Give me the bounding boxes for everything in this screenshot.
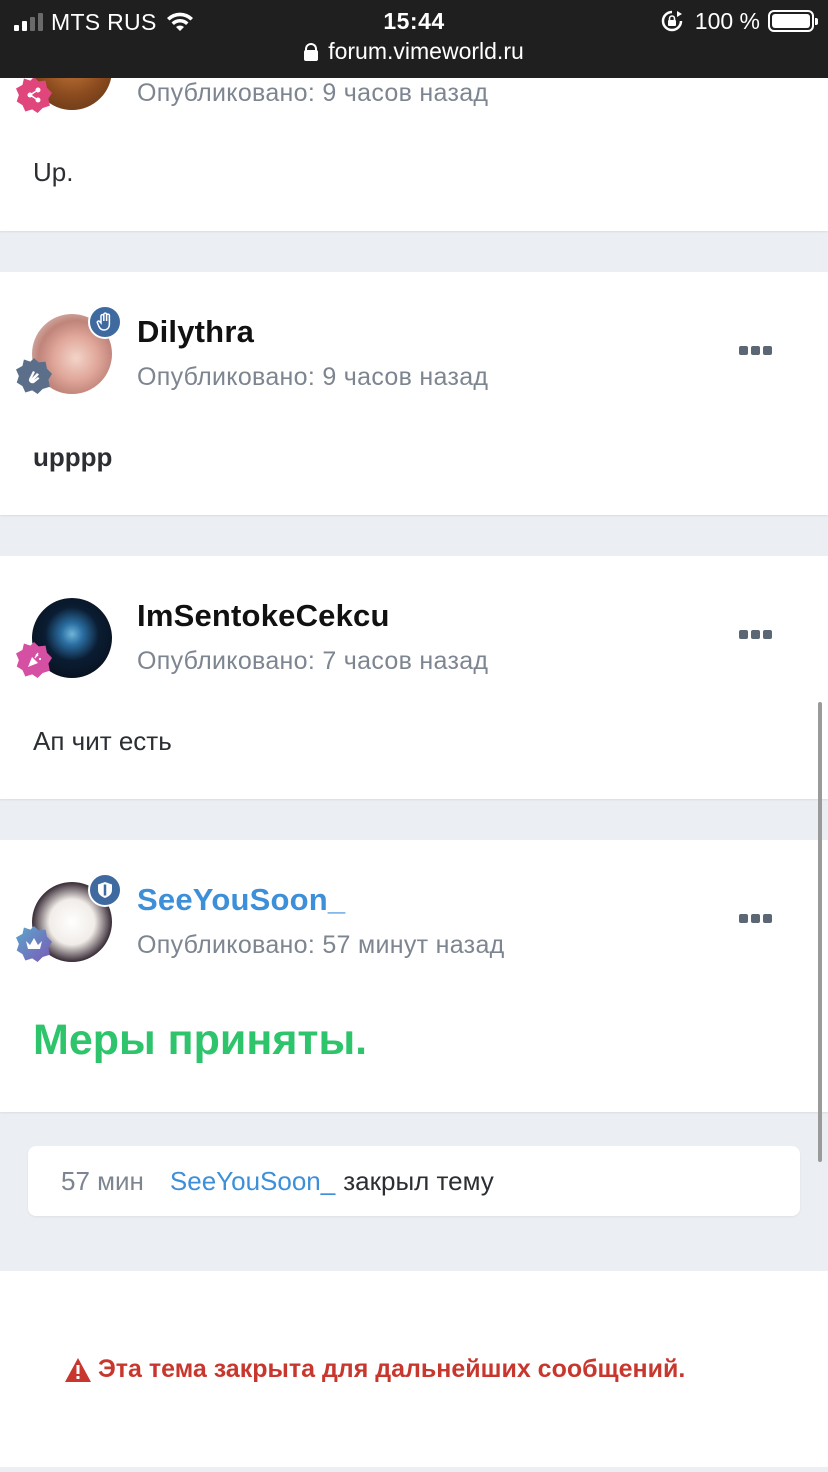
address-bar[interactable]: forum.vimeworld.ru bbox=[0, 38, 828, 65]
topic-closed-message: Эта тема закрыта для дальнейших сообщени… bbox=[64, 1355, 685, 1384]
forum-post: ImSentokeCekcu Опубликовано: 7 часов наз… bbox=[0, 556, 828, 799]
warning-icon bbox=[65, 1357, 91, 1382]
post-content: Ап чит есть bbox=[33, 726, 172, 756]
hand-icon bbox=[96, 312, 111, 331]
post-date: Опубликовано: 57 минут назад bbox=[137, 931, 505, 959]
more-options-icon[interactable] bbox=[739, 914, 772, 923]
hand-wave-icon bbox=[28, 371, 40, 384]
more-options-icon[interactable] bbox=[739, 346, 772, 355]
url-text: forum.vimeworld.ru bbox=[328, 38, 524, 64]
topic-closed-text: Эта тема закрыта для дальнейших сообщени… bbox=[98, 1355, 686, 1383]
status-right: 100 % bbox=[661, 7, 818, 34]
battery-icon bbox=[768, 10, 818, 32]
role-badge bbox=[88, 305, 122, 339]
username[interactable]: Dilythra bbox=[137, 314, 254, 350]
post-date: Опубликовано: 9 часов назад bbox=[137, 363, 489, 391]
more-options-icon[interactable] bbox=[739, 630, 772, 639]
post-date: Опубликовано: 7 часов назад bbox=[137, 647, 489, 675]
event-user-link[interactable]: SeeYouSoon_ bbox=[170, 1166, 335, 1197]
forum-post: Dilythra Опубликовано: 9 часов назад upp… bbox=[0, 272, 828, 515]
share-icon bbox=[27, 87, 41, 103]
post-content: upppp bbox=[33, 442, 113, 472]
username[interactable]: SeeYouSoon_ bbox=[137, 882, 345, 918]
crown-icon bbox=[26, 938, 42, 949]
status-bar: MTS RUS 15:44 100 % forum.vimeworld.ru bbox=[0, 0, 828, 78]
username[interactable]: ImSentokeCekcu bbox=[137, 598, 390, 634]
role-badge bbox=[88, 873, 122, 907]
battery-percent: 100 % bbox=[694, 7, 760, 34]
post-content: Меры приняты. bbox=[33, 1016, 368, 1064]
event-time: 57 мин bbox=[61, 1165, 144, 1196]
shield-icon bbox=[98, 882, 112, 898]
padlock-icon bbox=[304, 42, 319, 61]
scrollbar[interactable] bbox=[818, 702, 822, 1162]
moderation-event: 57 мин SeeYouSoon_ закрыл тему bbox=[28, 1146, 800, 1216]
event-text: закрыл тему bbox=[343, 1165, 494, 1196]
post-content: Up. bbox=[33, 157, 74, 187]
post-date: Опубликовано: 9 часов назад bbox=[137, 79, 489, 107]
forum-post: SeeYouSoon_ Опубликовано: 57 минут назад… bbox=[0, 840, 828, 1112]
topic-closed-box: Эта тема закрыта для дальнейших сообщени… bbox=[0, 1271, 828, 1467]
party-icon bbox=[28, 652, 42, 667]
rotation-lock-icon bbox=[661, 10, 683, 32]
